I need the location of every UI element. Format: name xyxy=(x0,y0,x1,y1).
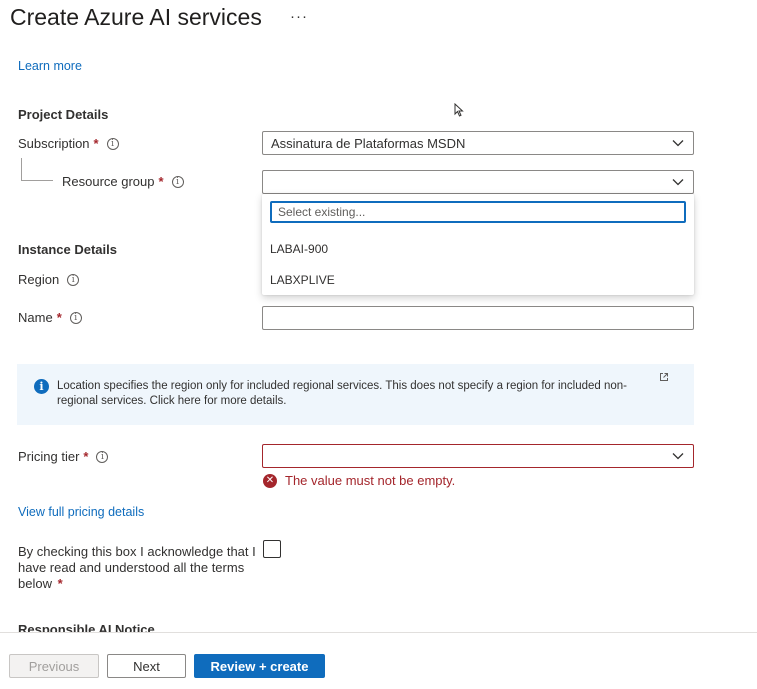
error-icon: ✕ xyxy=(263,473,277,488)
required-asterisk: * xyxy=(83,449,89,464)
name-label: Name * i xyxy=(18,310,82,325)
dropdown-option[interactable]: LABAI-900 xyxy=(270,242,328,256)
name-input[interactable] xyxy=(262,306,694,330)
info-icon[interactable]: i xyxy=(106,137,119,150)
required-asterisk: * xyxy=(158,174,164,189)
info-banner-text: Location specifies the region only for i… xyxy=(57,380,628,407)
subscription-select[interactable]: Assinatura de Plataformas MSDN xyxy=(262,131,694,155)
mouse-cursor-icon xyxy=(454,103,464,117)
pricing-tier-select[interactable] xyxy=(262,444,694,468)
acknowledge-checkbox[interactable] xyxy=(263,540,281,558)
page-title: Create Azure AI services xyxy=(10,4,262,30)
pricing-tier-error-text: The value must not be empty. xyxy=(285,473,456,488)
pricing-tier-error: ✕ The value must not be empty. xyxy=(263,473,455,488)
footer-bar: Previous Next Review + create xyxy=(0,632,757,689)
learn-more-link[interactable]: Learn more xyxy=(18,59,82,73)
info-icon[interactable]: i xyxy=(171,175,184,188)
chevron-down-icon xyxy=(672,140,684,147)
resource-group-label-text: Resource group xyxy=(62,174,155,189)
acknowledge-label: By checking this box I acknowledge that … xyxy=(18,544,258,592)
info-icon[interactable]: i xyxy=(67,273,80,286)
required-asterisk: * xyxy=(56,310,62,325)
instance-details-heading: Instance Details xyxy=(18,242,117,257)
info-icon[interactable]: i xyxy=(69,311,82,324)
resource-group-dropdown: Select existing... LABAI-900 LABXPLIVE xyxy=(262,194,694,295)
tree-connector xyxy=(21,158,53,181)
acknowledge-text: By checking this box I acknowledge that … xyxy=(18,544,256,591)
subscription-value: Assinatura de Plataformas MSDN xyxy=(271,135,466,151)
region-label-text: Region xyxy=(18,272,60,287)
info-icon: i xyxy=(34,379,49,394)
dropdown-search-input[interactable]: Select existing... xyxy=(270,201,686,223)
resource-group-label: Resource group * i xyxy=(62,174,184,189)
previous-button[interactable]: Previous xyxy=(9,654,99,678)
name-label-text: Name xyxy=(18,310,53,325)
more-options-icon[interactable]: ··· xyxy=(290,8,308,25)
info-icon[interactable]: i xyxy=(96,450,109,463)
subscription-label: Subscription * i xyxy=(18,136,119,151)
dropdown-option[interactable]: LABXPLIVE xyxy=(270,273,335,287)
pricing-tier-label: Pricing tier * i xyxy=(18,449,109,464)
external-link-icon[interactable] xyxy=(659,372,669,382)
view-pricing-details-link[interactable]: View full pricing details xyxy=(18,505,144,519)
required-asterisk: * xyxy=(57,576,63,591)
review-create-button[interactable]: Review + create xyxy=(194,654,325,678)
chevron-down-icon xyxy=(672,453,684,460)
pricing-tier-label-text: Pricing tier xyxy=(18,449,80,464)
resource-group-select[interactable] xyxy=(262,170,694,194)
chevron-down-icon xyxy=(672,179,684,186)
next-button[interactable]: Next xyxy=(107,654,186,678)
info-banner[interactable]: i Location specifies the region only for… xyxy=(17,364,694,425)
subscription-label-text: Subscription xyxy=(18,136,90,151)
project-details-heading: Project Details xyxy=(18,107,109,122)
region-label: Region i xyxy=(18,272,80,287)
dropdown-search-placeholder: Select existing... xyxy=(278,205,366,219)
required-asterisk: * xyxy=(93,136,99,151)
